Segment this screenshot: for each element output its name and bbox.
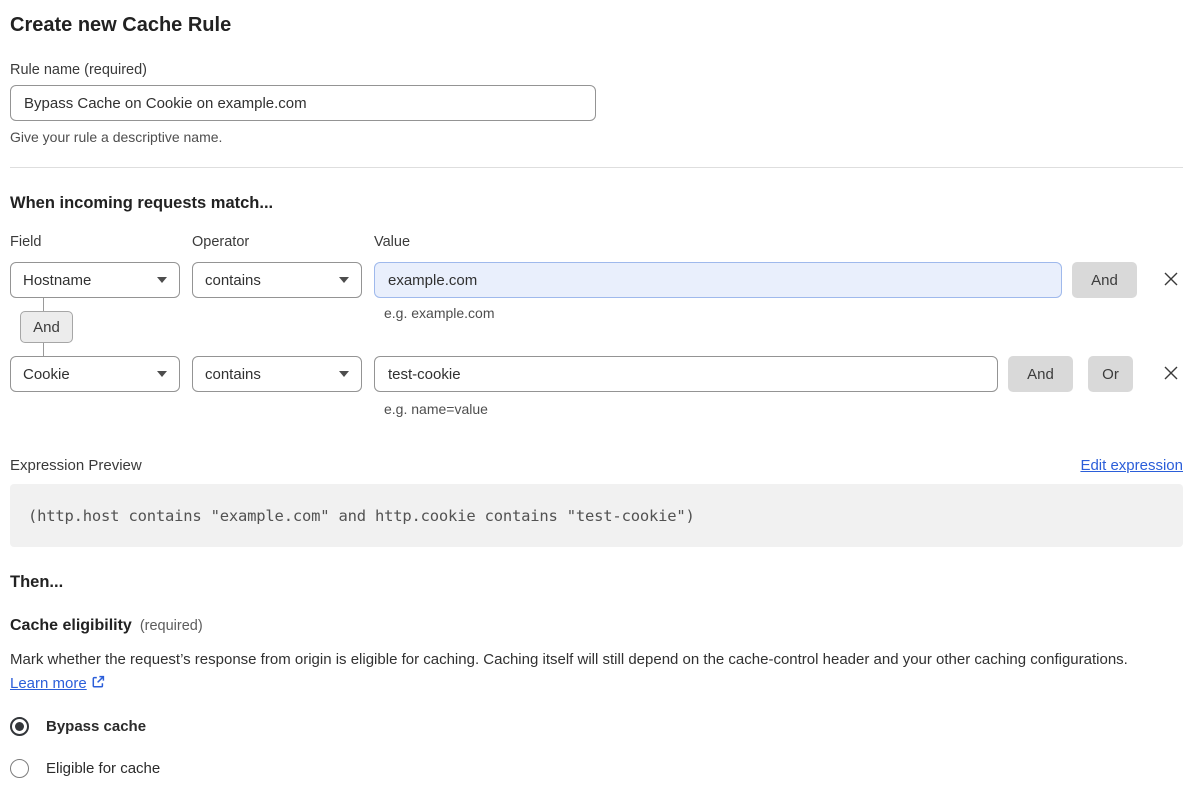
match-row-1: Hostname contains And: [10, 262, 1183, 298]
close-icon: [1160, 268, 1182, 293]
expression-code: (http.host contains "example.com" and ht…: [28, 506, 695, 525]
radio-option-eligible-for-cache[interactable]: Eligible for cache: [10, 759, 1183, 778]
operator-select-2[interactable]: contains: [192, 356, 362, 392]
rule-name-helper: Give your rule a descriptive name.: [10, 129, 223, 145]
operator-select-2-value: contains: [205, 365, 261, 383]
radio-unselected-icon: [10, 759, 29, 778]
field-select-2[interactable]: Cookie: [10, 356, 180, 392]
remove-row-1-button[interactable]: [1159, 268, 1183, 292]
value-column-label: Value: [374, 234, 411, 250]
radio-label-bypass-cache: Bypass cache: [46, 718, 147, 735]
field-column-label: Field: [10, 234, 42, 250]
expression-preview-label: Expression Preview: [10, 457, 142, 474]
value-hint-2: e.g. name=value: [384, 401, 488, 417]
match-row-2: Cookie contains And Or: [10, 356, 1183, 392]
operator-select-1-value: contains: [205, 271, 261, 289]
and-button-row-2[interactable]: And: [1008, 356, 1073, 392]
expression-header: Expression Preview Edit expression: [10, 455, 1183, 477]
rule-name-input[interactable]: [10, 85, 596, 121]
page-title: Create new Cache Rule: [10, 14, 232, 36]
required-note: (required): [139, 618, 203, 634]
chevron-down-icon: [339, 371, 349, 377]
cache-eligibility-heading-row: Cache eligibility (required): [10, 615, 1183, 637]
close-icon: [1160, 362, 1182, 387]
chevron-down-icon: [157, 371, 167, 377]
chevron-down-icon: [157, 277, 167, 283]
radio-label-eligible-for-cache: Eligible for cache: [46, 760, 161, 777]
cache-eligibility-description: Mark whether the request’s response from…: [10, 648, 1170, 698]
then-heading: Then...: [10, 573, 64, 591]
match-heading: When incoming requests match...: [10, 194, 274, 212]
connector-zone: And e.g. example.com: [10, 298, 1183, 356]
external-link-icon: [90, 675, 106, 694]
value-input-2[interactable]: [374, 356, 998, 392]
matcher-column-labels: Field Operator Value: [10, 232, 1183, 252]
value-hint-1: e.g. example.com: [384, 305, 495, 321]
remove-row-2-button[interactable]: [1159, 362, 1183, 386]
field-select-2-value: Cookie: [23, 365, 70, 383]
chevron-down-icon: [339, 277, 349, 283]
value-input-1[interactable]: [374, 262, 1062, 298]
cache-eligibility-heading: Cache eligibility: [10, 617, 132, 634]
field-select-1[interactable]: Hostname: [10, 262, 180, 298]
operator-select-1[interactable]: contains: [192, 262, 362, 298]
radio-dot: [15, 722, 24, 731]
or-button-row-2[interactable]: Or: [1088, 356, 1133, 392]
section-divider: [10, 167, 1183, 168]
rule-name-label: Rule name (required): [10, 62, 148, 78]
operator-column-label: Operator: [192, 234, 250, 250]
radio-selected-icon: [10, 717, 29, 736]
expression-preview-box: (http.host contains "example.com" and ht…: [10, 484, 1183, 547]
field-select-1-value: Hostname: [23, 271, 92, 289]
radio-option-bypass-cache[interactable]: Bypass cache: [10, 717, 1183, 736]
create-cache-rule-form: Create new Cache Rule Rule name (require…: [0, 0, 1200, 778]
description-text: Mark whether the request’s response from…: [10, 651, 1128, 668]
and-connector-button[interactable]: And: [20, 311, 73, 343]
learn-more-link[interactable]: Learn more: [10, 675, 87, 692]
edit-expression-link[interactable]: Edit expression: [1080, 455, 1183, 477]
and-button-row-1[interactable]: And: [1072, 262, 1137, 298]
